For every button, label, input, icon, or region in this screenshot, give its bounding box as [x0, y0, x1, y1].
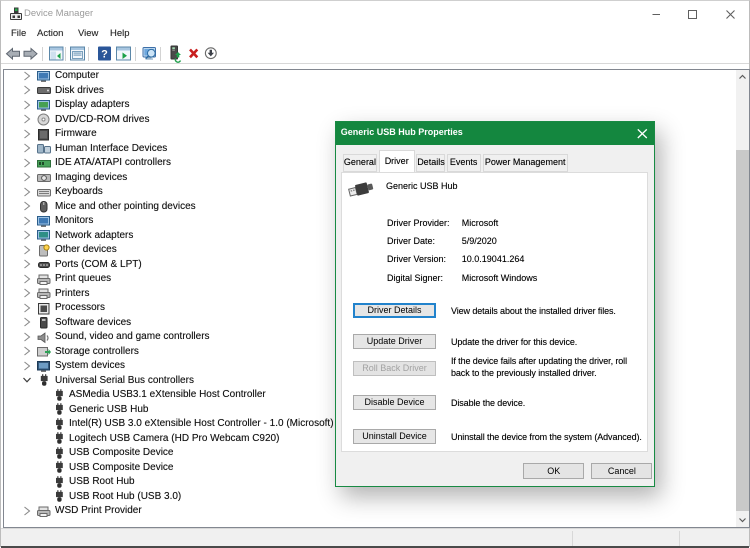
- svg-text:?: ?: [101, 49, 108, 61]
